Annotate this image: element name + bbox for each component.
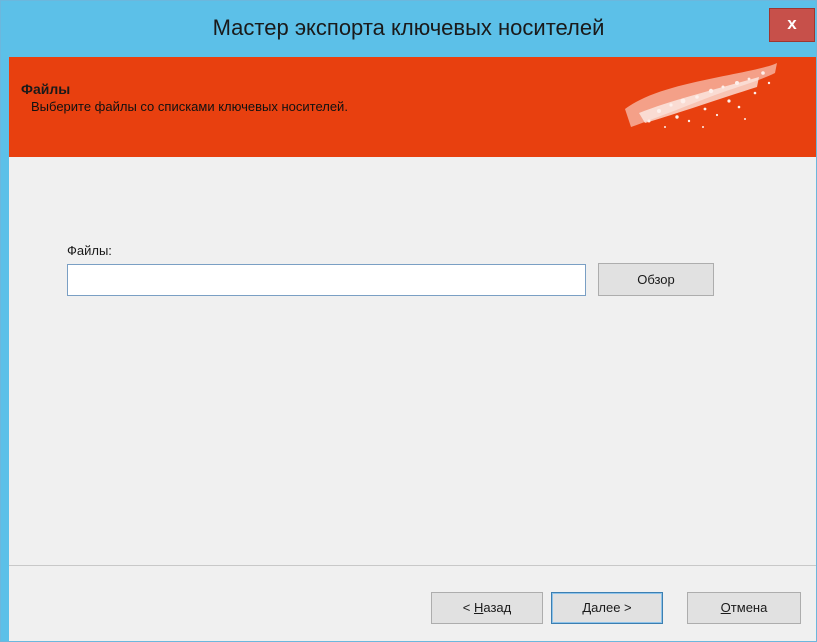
wizard-content: Файлы: Обзор [9, 157, 816, 565]
browse-button[interactable]: Обзор [598, 263, 714, 296]
splash-art-icon [625, 63, 777, 128]
next-label: алее > [591, 600, 632, 615]
header-subtitle: Выберите файлы со списками ключевых носи… [31, 99, 348, 114]
cancel-label: тмена [730, 600, 768, 615]
close-button[interactable]: x [769, 8, 815, 42]
header-title: Файлы [21, 81, 71, 97]
back-prefix: < [462, 600, 474, 615]
wizard-window: Мастер экспорта ключевых носителей x Фай… [0, 0, 817, 642]
title-bar[interactable]: Мастер экспорта ключевых носителей x [1, 1, 816, 55]
window-title: Мастер экспорта ключевых носителей [212, 15, 605, 40]
cancel-button[interactable]: Отмена [687, 592, 801, 624]
wizard-header: Файлы Выберите файлы со списками ключевы… [9, 57, 816, 157]
wizard-footer: < Назад Далее > Отмена [9, 565, 816, 641]
next-button[interactable]: Далее > [551, 592, 663, 624]
files-label: Файлы: [67, 243, 112, 258]
back-label: азад [483, 600, 512, 615]
next-mnemonic: Д [582, 600, 592, 615]
cancel-mnemonic: О [720, 600, 731, 615]
files-input[interactable] [67, 264, 586, 296]
back-mnemonic: Н [473, 600, 484, 615]
back-button[interactable]: < Назад [431, 592, 543, 624]
